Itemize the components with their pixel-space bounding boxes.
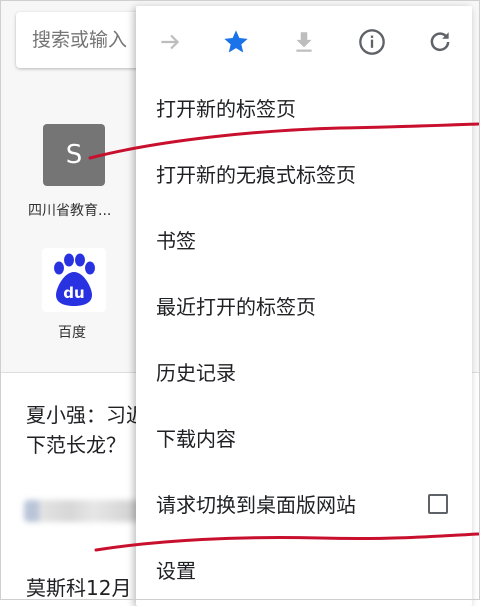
star-icon [224, 30, 248, 53]
info-icon [359, 29, 385, 55]
article-title[interactable]: 莫斯科12月 [26, 572, 131, 601]
menu-toolbar [136, 6, 472, 76]
menu-item-recent-tabs[interactable]: 最近打开的标签页 [136, 274, 472, 340]
menu-item-new-incognito-tab[interactable]: 打开新的无痕式标签页 [136, 142, 472, 208]
article-title[interactable]: 夏小强：习近 下范长龙？ [26, 400, 146, 460]
menu-item-bookmarks[interactable]: 书签 [136, 208, 472, 274]
bookmark-star-button[interactable] [218, 24, 254, 60]
desktop-site-checkbox[interactable] [428, 494, 448, 514]
forward-button[interactable] [152, 24, 188, 60]
svg-text:du: du [63, 284, 84, 302]
page-info-button[interactable] [354, 24, 390, 60]
overflow-menu: 打开新的标签页 打开新的无痕式标签页 书签 最近打开的标签页 历史记录 下载内容… [136, 6, 472, 606]
reload-button[interactable] [422, 24, 458, 60]
article-title-line: 下范长龙？ [26, 433, 126, 457]
menu-item-label: 请求切换到桌面版网站 [156, 493, 356, 517]
download-icon [296, 32, 312, 52]
forward-arrow-icon [161, 34, 180, 50]
menu-item-history[interactable]: 历史记录 [136, 340, 472, 406]
menu-item-request-desktop-site[interactable]: 请求切换到桌面版网站 [136, 472, 472, 538]
shortcut-label-sichuan: 四川省教育... [28, 203, 112, 219]
menu-item-downloads[interactable]: 下载内容 [136, 406, 472, 472]
menu-item-settings[interactable]: 设置 [136, 538, 472, 604]
shortcut-tile-sichuan[interactable]: S [43, 124, 105, 186]
baidu-du-icon: du [42, 248, 106, 312]
shortcut-label-baidu: 百度 [58, 325, 86, 341]
refresh-icon [430, 32, 450, 52]
menu-item-new-tab[interactable]: 打开新的标签页 [136, 76, 472, 142]
article-title-line: 夏小强：习近 [26, 403, 146, 427]
article-source-blurred [24, 500, 140, 522]
download-page-button[interactable] [286, 24, 322, 60]
shortcut-tile-baidu[interactable]: du [42, 248, 106, 312]
